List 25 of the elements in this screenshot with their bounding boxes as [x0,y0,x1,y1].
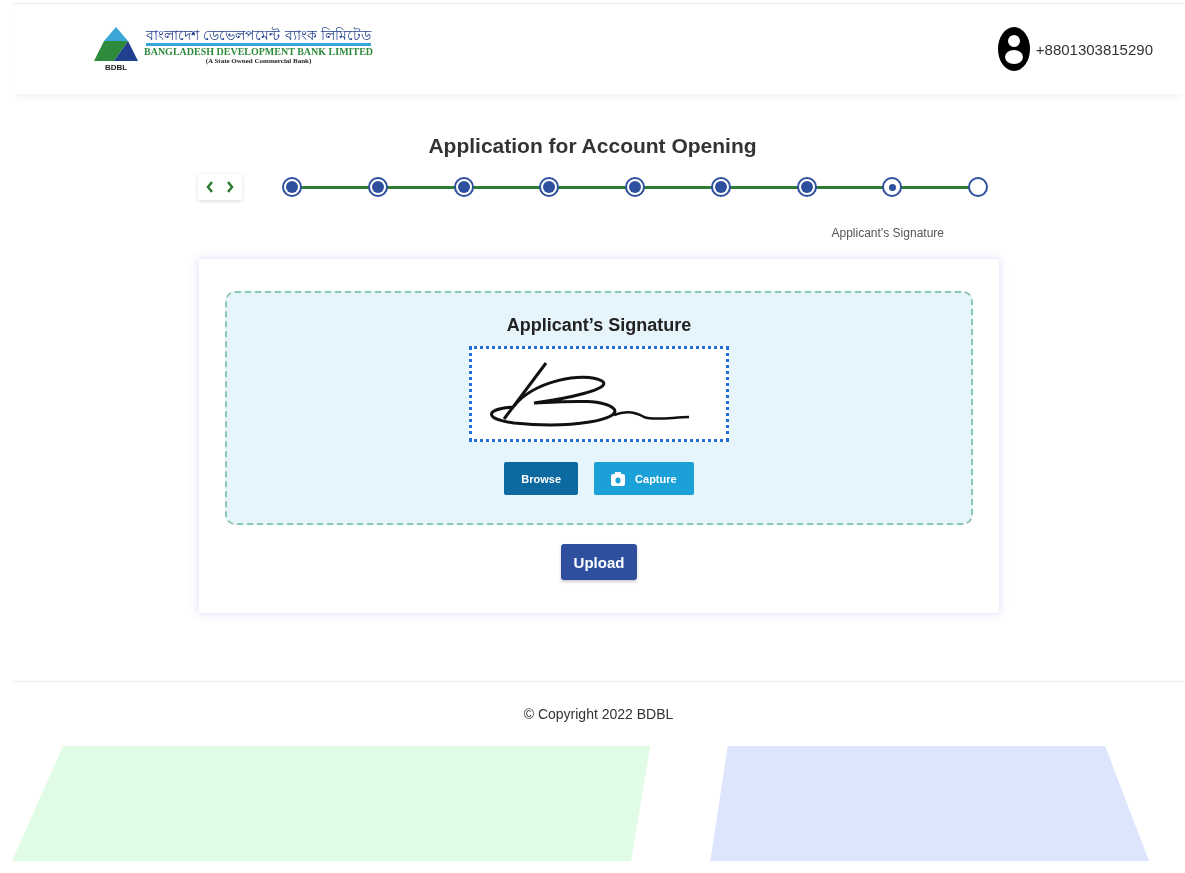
page-title: Application for Account Opening [427,134,758,158]
camera-icon [611,471,626,486]
next-icon[interactable] [226,181,234,193]
signature-button[interactable]: Browse [504,462,579,495]
step-marker[interactable] [968,177,988,197]
step-marker[interactable] [710,177,731,197]
step-marker[interactable] [282,177,302,197]
logo-short-name: BDBL [104,62,128,72]
step-marker[interactable] [796,177,817,197]
step-marker[interactable] [539,177,560,197]
logo-bengali-name: বাংলাদেশ ডেভেলপমেন্ট ব্যাংক লিমিটেড [145,26,372,47]
previous-icon[interactable] [206,181,214,193]
upload-button[interactable]: Upload [560,544,638,580]
user-icon[interactable] [997,27,1030,71]
signature-button[interactable]: Capture [594,462,694,495]
step-marker[interactable] [367,177,388,197]
logo-english-name: BANGLADESH DEVELOPMENT BANK LIMITED [144,46,374,58]
logo-icon [94,26,138,61]
signature-heading: Applicant’s Signature [506,315,692,336]
user-phone: +8801303815290 [1035,40,1153,58]
step-label: Applicant’s Signature [831,226,944,240]
step-marker[interactable] [882,177,903,197]
step-marker[interactable] [453,177,474,197]
step-marker[interactable] [625,177,645,197]
copyright-text: © Copyright 2022 BDBL [523,706,674,722]
